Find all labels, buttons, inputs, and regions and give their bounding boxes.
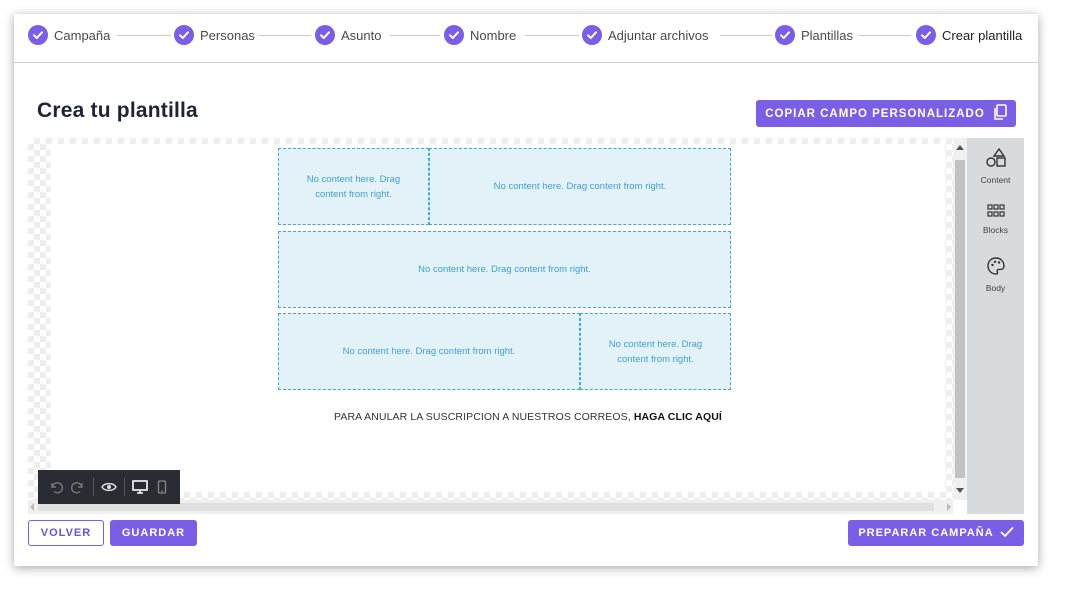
- drop-zone[interactable]: No content here. Drag content from right…: [278, 313, 580, 390]
- check-circle-icon: [582, 25, 602, 45]
- step-connector: [117, 35, 171, 36]
- toolbar-divider: [93, 478, 94, 496]
- step-connector: [859, 35, 911, 36]
- check-circle-icon: [916, 25, 936, 45]
- step-crear-plantilla[interactable]: Crear plantilla: [916, 24, 1022, 46]
- prepare-campaign-button[interactable]: PREPARAR CAMPAÑA: [848, 520, 1024, 546]
- check-icon: [1000, 526, 1014, 541]
- drop-zone[interactable]: No content here. Drag content from right…: [278, 231, 731, 308]
- scroll-right-arrow-icon[interactable]: [947, 503, 951, 511]
- step-connector: [390, 35, 440, 36]
- eye-icon[interactable]: [99, 477, 119, 497]
- email-editor: No content here. Drag content from right…: [28, 138, 1024, 514]
- step-campana[interactable]: Campaña: [28, 24, 110, 46]
- step-connector: [259, 35, 311, 36]
- shapes-icon: [985, 147, 1007, 173]
- editor-canvas: No content here. Drag content from right…: [28, 138, 953, 500]
- step-label: Campaña: [54, 27, 111, 43]
- copy-button-label: COPIAR CAMPO PERSONALIZADO: [765, 107, 985, 120]
- mobile-icon[interactable]: [152, 477, 172, 497]
- redo-icon[interactable]: [68, 477, 88, 497]
- template-editor-card: Campaña Personas Asunto Nombre Adjuntar …: [14, 14, 1038, 566]
- step-nombre[interactable]: Nombre: [444, 24, 516, 46]
- palette-icon: [986, 256, 1006, 281]
- drop-zone-text: No content here. Drag content from right…: [418, 264, 591, 275]
- unsubscribe-link[interactable]: HAGA CLIC AQUÍ: [634, 411, 722, 423]
- step-label: Nombre: [470, 27, 517, 43]
- side-tab-label: Content: [980, 175, 1011, 185]
- check-circle-icon: [775, 25, 795, 45]
- step-label: Asunto: [341, 27, 382, 43]
- step-label: Personas: [200, 27, 255, 43]
- unsubscribe-text: PARA ANULAR LA SUSCRIPCION A NUESTROS CO…: [334, 411, 631, 423]
- step-personas[interactable]: Personas: [174, 24, 255, 46]
- side-tab-label: Blocks: [982, 225, 1009, 235]
- grid-icon: [986, 204, 1005, 223]
- copy-custom-field-button[interactable]: COPIAR CAMPO PERSONALIZADO: [756, 100, 1016, 127]
- side-tab-body[interactable]: Body: [967, 256, 1024, 293]
- side-tab-blocks[interactable]: Blocks: [967, 204, 1024, 235]
- check-circle-icon: [315, 25, 335, 45]
- step-connector: [720, 35, 772, 36]
- scroll-thumb[interactable]: [955, 160, 965, 478]
- drop-zone[interactable]: No content here. Drag content from right…: [580, 313, 731, 390]
- template-body: No content here. Drag content from right…: [51, 144, 945, 492]
- toolbar-divider: [124, 478, 125, 496]
- step-asunto[interactable]: Asunto: [315, 24, 381, 46]
- step-label: Crear plantilla: [942, 27, 1023, 43]
- step-plantillas[interactable]: Plantillas: [775, 24, 853, 46]
- step-label: Adjuntar archivos: [608, 27, 709, 43]
- back-button[interactable]: VOLVER: [28, 520, 104, 546]
- scroll-left-arrow-icon[interactable]: [30, 503, 34, 511]
- drop-zone[interactable]: No content here. Drag content from right…: [429, 148, 731, 225]
- undo-icon[interactable]: [46, 477, 66, 497]
- check-circle-icon: [444, 25, 464, 45]
- check-circle-icon: [28, 25, 48, 45]
- save-button[interactable]: GUARDAR: [110, 520, 197, 546]
- drop-zone[interactable]: No content here. Drag content from right…: [278, 148, 429, 225]
- check-circle-icon: [174, 25, 194, 45]
- side-tab-content[interactable]: Content: [967, 147, 1024, 185]
- step-label: Plantillas: [801, 27, 854, 43]
- editor-side-panel: Content Blocks Body: [967, 138, 1024, 514]
- step-connector: [525, 35, 579, 36]
- drop-zone-text: No content here. Drag content from right…: [342, 346, 516, 357]
- unsubscribe-footer: PARA ANULAR LA SUSCRIPCION A NUESTROS CO…: [51, 411, 1005, 423]
- step-adjuntar-archivos[interactable]: Adjuntar archivos: [582, 24, 708, 46]
- vertical-scrollbar[interactable]: [953, 138, 967, 500]
- drop-zone-text: No content here. Drag content from right…: [306, 173, 401, 200]
- drop-zone-text: No content here. Drag content from right…: [493, 181, 667, 192]
- copy-icon: [993, 104, 1007, 123]
- wizard-stepper: Campaña Personas Asunto Nombre Adjuntar …: [14, 14, 1038, 63]
- page-title: Crea tu plantilla: [37, 99, 198, 122]
- prepare-button-label: PREPARAR CAMPAÑA: [858, 527, 994, 539]
- scroll-up-arrow-icon[interactable]: [956, 145, 964, 150]
- scroll-down-arrow-icon[interactable]: [956, 488, 964, 493]
- editor-toolbar: [38, 470, 180, 504]
- desktop-icon[interactable]: [130, 477, 150, 497]
- drop-zone-text: No content here. Drag content from right…: [608, 338, 703, 365]
- side-tab-label: Body: [985, 283, 1006, 293]
- scroll-thumb[interactable]: [38, 503, 934, 511]
